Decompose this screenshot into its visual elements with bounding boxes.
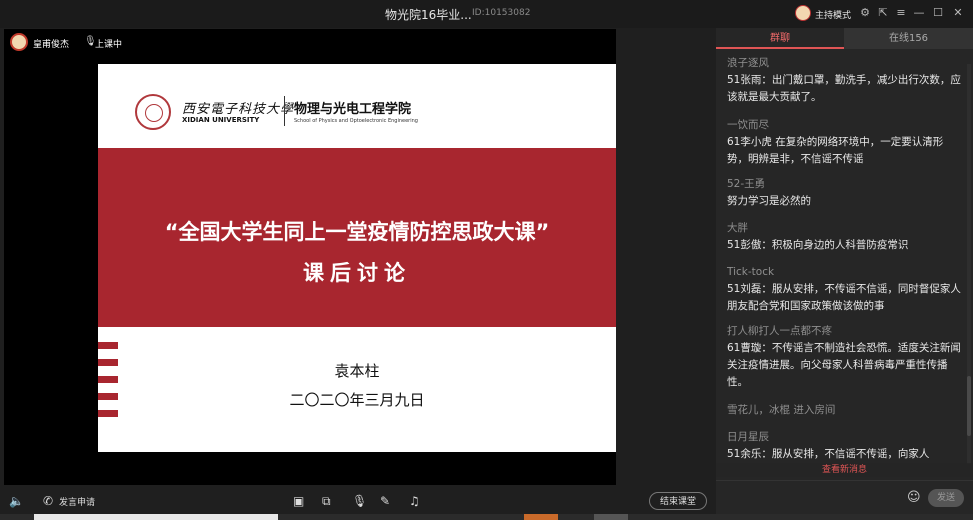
- window-title: 物光院16毕业...: [385, 8, 472, 22]
- message-sender: 大胖: [727, 222, 748, 234]
- message-text: 51彭傲：积极向身边的人科普防疫常识: [727, 239, 909, 251]
- tab-online-users[interactable]: 在线156: [844, 28, 973, 49]
- chat-message: 浪子逐风 51张雨：出门戴口罩，勤洗手，减少出行次数，应该就是最大贡献了。: [727, 56, 963, 106]
- settings-icon[interactable]: ⚙: [858, 6, 872, 20]
- host-avatar: [10, 33, 28, 51]
- mic-icon[interactable]: 🎙: [352, 494, 367, 508]
- host-mode-label[interactable]: 主持模式: [815, 8, 851, 21]
- message-text: 51刘磊：服从安排，不传谣不信谣，同时督促家人朋友配合党和国家政策做该做的事: [727, 283, 961, 312]
- slide-subtitle: 课后讨论: [303, 261, 411, 285]
- chat-message: 52-王勇 努力学习是必然的: [727, 177, 963, 210]
- school-name-en: School of Physics and Optoelectronic Eng…: [294, 118, 418, 124]
- message-sender: 浪子逐风: [727, 57, 769, 69]
- emoji-icon[interactable]: ☺: [907, 490, 921, 505]
- school-name-cn: 物理与光电工程学院: [294, 102, 412, 117]
- speaker-icon[interactable]: 🔈: [9, 494, 24, 508]
- chat-scrollbar[interactable]: [967, 64, 971, 464]
- chat-input-area: ☺ 发送: [716, 480, 973, 514]
- bottom-toolbar: 🔈 ✆ 发言申请 ▣ ⧉ 🎙 ✎ ♫ 结束课堂: [0, 489, 716, 513]
- chat-message: 日月星辰 51余乐：服从安排，不信谣不传谣，向家人: [727, 430, 963, 463]
- chat-message-list[interactable]: 浪子逐风 51张雨：出门戴口罩，勤洗手，减少出行次数，应该就是最大贡献了。 一饮…: [716, 52, 966, 472]
- slide-author: 袁本柱: [334, 362, 380, 380]
- university-name-cn: 西安電子科技大學: [182, 102, 295, 117]
- message-text: 61李小虎 在复杂的网络环境中，一定要认清形势，明辨是非，不信谣不传谣: [727, 136, 944, 165]
- close-icon[interactable]: ✕: [951, 6, 965, 20]
- host-name: 皇甫俊杰: [33, 40, 70, 50]
- class-status: 上课中: [95, 40, 123, 50]
- os-taskbar: [0, 514, 973, 520]
- annotate-icon[interactable]: ✎: [380, 494, 390, 508]
- slide-header: 西安電子科技大學 XIDIAN UNIVERSITY 物理与光电工程学院 Sch…: [98, 64, 616, 148]
- message-text: 努力学习是必然的: [727, 195, 811, 207]
- popout-icon[interactable]: ⇱: [876, 6, 890, 20]
- camera-off-icon[interactable]: ▣: [293, 494, 304, 508]
- end-class-button[interactable]: 结束课堂: [649, 492, 707, 510]
- slide-date: 二〇二〇年三月九日: [289, 391, 425, 409]
- message-sender: 打人柳打人一点都不疼: [727, 325, 832, 337]
- minimize-icon[interactable]: —: [912, 6, 926, 20]
- speak-request-button[interactable]: 发言申请: [59, 495, 95, 508]
- chat-panel: 群聊 在线156 浪子逐风 51张雨：出门戴口罩，勤洗手，减少出行次数，应该就是…: [716, 28, 973, 514]
- taskbar-app[interactable]: [524, 514, 558, 520]
- message-sender: 52-王勇: [727, 178, 766, 190]
- university-seal-logo: [135, 94, 171, 130]
- university-name-en: XIDIAN UNIVERSITY: [182, 116, 260, 124]
- tab-group-chat[interactable]: 群聊: [716, 28, 844, 49]
- message-sender: 一饮而尽: [727, 119, 769, 131]
- chat-message: 一饮而尽 61李小虎 在复杂的网络环境中，一定要认清形势，明辨是非，不信谣不传谣: [727, 118, 963, 168]
- room-id: ID:10153082: [472, 8, 531, 18]
- chat-input[interactable]: [724, 490, 904, 508]
- chat-message: 打人柳打人一点都不疼 61曹璇：不传谣言不制造社会恐慌。适度关注新闻关注疫情进展…: [727, 324, 963, 391]
- music-icon[interactable]: ♫: [409, 494, 420, 508]
- chat-tabs: 群聊 在线156: [716, 28, 973, 49]
- taskbar-search[interactable]: [34, 514, 278, 520]
- title-bar: 物光院16毕业... ID:10153082 主持模式 ⚙ ⇱ ≡ — ☐ ✕: [0, 0, 973, 28]
- scrollbar-thumb[interactable]: [967, 376, 971, 436]
- phone-icon[interactable]: ✆: [43, 494, 53, 508]
- message-text: 51张雨：出门戴口罩，勤洗手，减少出行次数，应该就是最大贡献了。: [727, 74, 961, 103]
- user-avatar[interactable]: [795, 5, 811, 21]
- message-sender: Tick-tock: [727, 266, 775, 278]
- slide-title: “全国大学生同上一堂疫情防控思政大课”: [164, 220, 550, 244]
- menu-icon[interactable]: ≡: [894, 6, 908, 20]
- message-text: 61曹璇：不传谣言不制造社会恐慌。适度关注新闻关注疫情进展。向父母家人科普病毒严…: [727, 342, 961, 388]
- maximize-icon[interactable]: ☐: [931, 6, 945, 20]
- system-message: 雪花儿，冰棍 进入房间: [727, 404, 836, 416]
- presentation-slide: 西安電子科技大學 XIDIAN UNIVERSITY 物理与光电工程学院 Sch…: [98, 64, 616, 452]
- message-sender: 日月星辰: [727, 431, 769, 443]
- chat-message: Tick-tock 51刘磊：服从安排，不传谣不信谣，同时督促家人朋友配合党和国…: [727, 265, 963, 315]
- send-button[interactable]: 发送: [928, 489, 964, 507]
- view-new-messages-link[interactable]: 查看新消息: [716, 463, 973, 477]
- screen-share-icon[interactable]: ⧉: [322, 494, 331, 509]
- chat-message: 大胖 51彭傲：积极向身边的人科普防疫常识: [727, 221, 963, 254]
- taskbar-app[interactable]: [594, 514, 628, 520]
- message-text: 51余乐：服从安排，不信谣不传谣，向家人: [727, 448, 930, 460]
- decorative-stripes: [98, 342, 118, 427]
- header-divider: [284, 96, 285, 126]
